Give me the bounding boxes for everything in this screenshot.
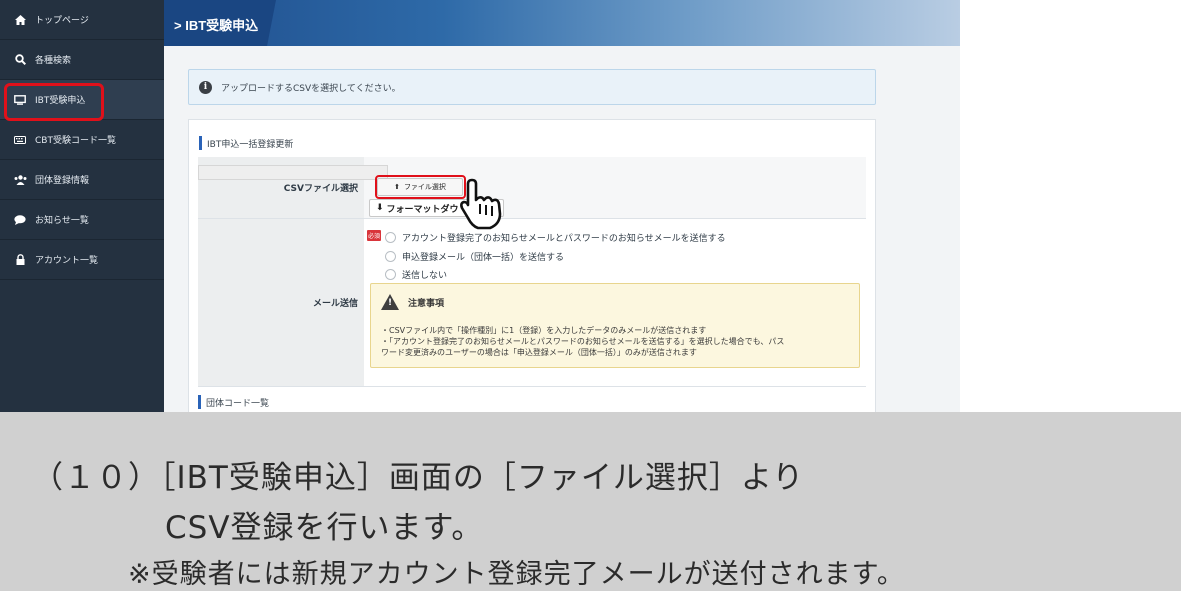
download-icon: ⬇ [376,203,384,213]
section-title: IBT申込一括登録更新 [199,136,293,150]
group-code-section-title: 団体コード一覧 [198,395,269,409]
sidebar-item-label: トップページ [35,16,89,26]
sidebar-item-label: 団体登録情報 [35,176,90,186]
lock-icon [12,254,28,265]
mail-option-none[interactable]: 送信しない [385,268,447,281]
mail-label-cell: メール送信 [198,219,364,387]
info-text: アップロードするCSVを選択してください。 [221,83,401,94]
sidebar-item-group-info[interactable]: 団体登録情報 [0,160,164,200]
sidebar-item-notices[interactable]: お知らせ一覧 [0,200,164,240]
caption-line: CSV登録を行います。 [165,510,484,546]
sidebar: トップページ 各種検索 IBT受験申込 CBT受験コード一覧 団体登録情報 お知… [0,0,164,412]
page-header: > IBT受験申込 [164,0,960,46]
notice-box: ! 注意事項 ・CSVファイル内で「操作種別」に1（登録）を入力したデータのみメ… [370,283,860,368]
caption-line: （１０）［IBT受験申込］画面の［ファイル選択］より [32,460,805,496]
comment-icon [12,214,28,225]
notice-line: ・CSVファイル内で「操作種別」に1（登録）を入力したデータのみメールが送信され… [381,326,707,335]
info-alert: i アップロードするCSVを選択してください。 [188,69,876,105]
sidebar-item-top[interactable]: トップページ [0,0,164,40]
page-title: > IBT受験申込 [174,18,259,33]
notice-heading: ! 注意事項 [381,294,849,310]
caption-note: ※受験者には新規アカウント登録完了メールが送付されます。 [128,559,905,590]
chevron-right-icon: > [174,18,186,33]
screen: トップページ 各種検索 IBT受験申込 CBT受験コード一覧 団体登録情報 お知… [0,0,1181,591]
instruction-caption: （１０）［IBT受験申込］画面の［ファイル選択］より CSV登録を行います。 ※… [0,412,1181,591]
sidebar-item-ibt-application[interactable]: IBT受験申込 [0,80,164,121]
format-download-button[interactable]: ⬇ フォーマットダウ [369,199,504,217]
sidebar-item-cbt-codes[interactable]: CBT受験コード一覧 [0,120,164,160]
mail-option-account[interactable]: アカウント登録完了のお知らせメールとパスワードのお知らせメールを送信する [385,231,726,244]
monitor-icon [12,94,28,105]
notice-line: ・「アカウント登録完了のお知らせメールとパスワードのお知らせメールを送信する」を… [381,337,785,346]
group-icon [12,174,28,185]
radio-button[interactable] [385,269,396,280]
sidebar-item-label: お知らせ一覧 [35,216,89,226]
info-icon: i [199,80,212,94]
csv-file-label: CSVファイル選択 [283,184,358,194]
warning-icon: ! [381,294,399,310]
notice-line: ワード変更済みのユーザーの場合は「申込登録メール（団体一括）」のみが送信されます [381,348,697,357]
sidebar-item-accounts[interactable]: アカウント一覧 [0,240,164,280]
sidebar-item-search[interactable]: 各種検索 [0,40,164,80]
file-select-button[interactable]: ⬆ ファイル選択 [377,178,463,196]
required-badge: 必須 [367,230,381,241]
mail-option-application[interactable]: 申込登録メール（団体一括）を送信する [385,250,564,263]
radio-button[interactable] [385,251,396,262]
sidebar-item-label: アカウント一覧 [35,256,99,266]
radio-button[interactable] [385,232,396,243]
sidebar-item-label: IBT受験申込 [35,96,86,106]
file-name-display [198,165,388,180]
keyboard-icon [12,135,28,144]
mail-send-label: メール送信 [312,299,358,309]
sidebar-item-label: CBT受験コード一覧 [35,136,116,146]
home-icon [12,14,28,25]
upload-icon: ⬆ [394,183,400,191]
sidebar-item-label: 各種検索 [35,56,72,66]
search-icon [12,54,28,65]
